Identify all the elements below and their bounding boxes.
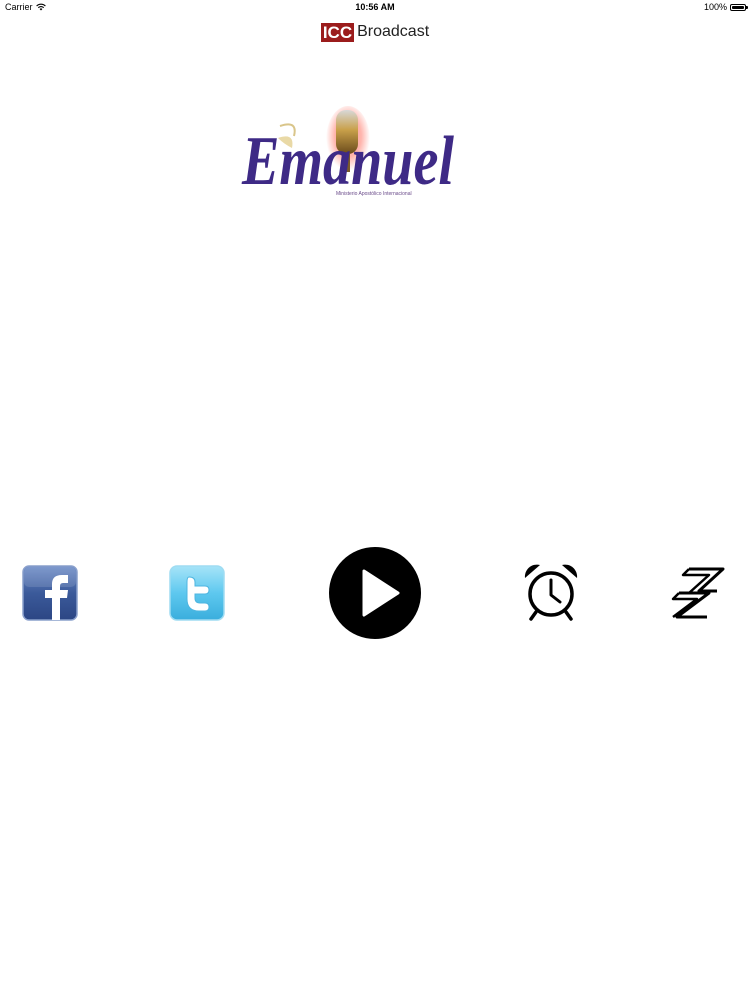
nav-title: ICC Broadcast [320, 22, 430, 42]
twitter-icon[interactable] [169, 565, 225, 621]
battery-icon [730, 3, 748, 11]
status-bar: Carrier 10:56 AM 100% [0, 0, 750, 15]
play-icon[interactable] [328, 546, 422, 640]
alarm-clock-icon[interactable] [522, 562, 580, 622]
emanuel-logo: Emanuel Ministerio Apostólico Internacio… [241, 106, 454, 200]
icc-logo: ICC [320, 22, 355, 42]
nav-bar: ICC Broadcast [0, 18, 750, 46]
brand-name: Emanuel [241, 123, 454, 200]
facebook-icon[interactable] [22, 565, 78, 621]
battery-fill [732, 5, 744, 9]
icc-logo-text: ICC [322, 22, 353, 42]
status-right: 100% [703, 2, 748, 12]
battery-percent: 100% [703, 2, 727, 12]
status-time: 10:56 AM [355, 2, 395, 12]
app-screen: Carrier 10:56 AM 100% ICC Broadcast Eman… [0, 0, 750, 1000]
zz-icon[interactable] [669, 563, 727, 621]
nav-title-text: Broadcast [357, 23, 430, 40]
brand-subtitle: Ministerio Apostólico Internacional [336, 191, 412, 197]
